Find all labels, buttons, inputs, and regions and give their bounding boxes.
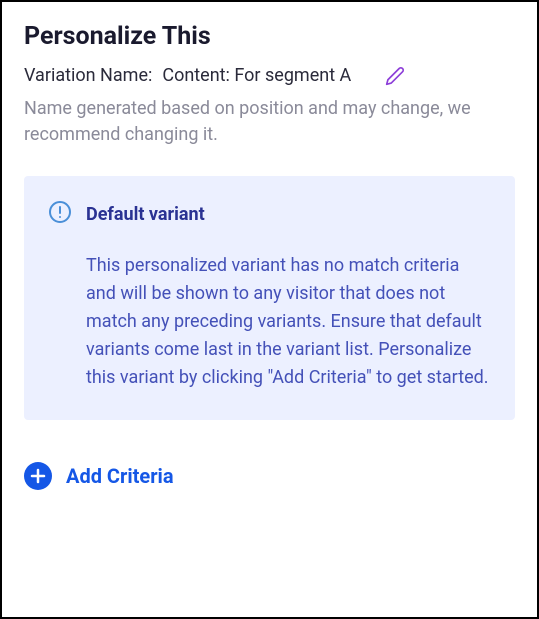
add-criteria-button[interactable]: Add Criteria	[24, 462, 174, 490]
info-card-title: Default variant	[86, 204, 205, 225]
add-criteria-label: Add Criteria	[66, 464, 174, 488]
variation-helper-text: Name generated based on position and may…	[24, 96, 515, 148]
plus-circle-icon	[24, 462, 52, 490]
variation-name-value: Content: For segment A	[162, 65, 351, 86]
default-variant-card: Default variant This personalized varian…	[24, 176, 515, 419]
info-icon	[48, 200, 72, 228]
variation-name-label: Variation Name:	[24, 65, 152, 86]
edit-variation-button[interactable]	[385, 66, 405, 86]
info-card-body: This personalized variant has no match c…	[48, 252, 489, 391]
page-title: Personalize This	[24, 22, 515, 51]
variation-name-row: Variation Name: Content: For segment A	[24, 65, 515, 86]
info-card-header: Default variant	[48, 200, 489, 228]
pencil-icon	[385, 66, 405, 86]
personalize-panel: Personalize This Variation Name: Content…	[0, 0, 539, 619]
